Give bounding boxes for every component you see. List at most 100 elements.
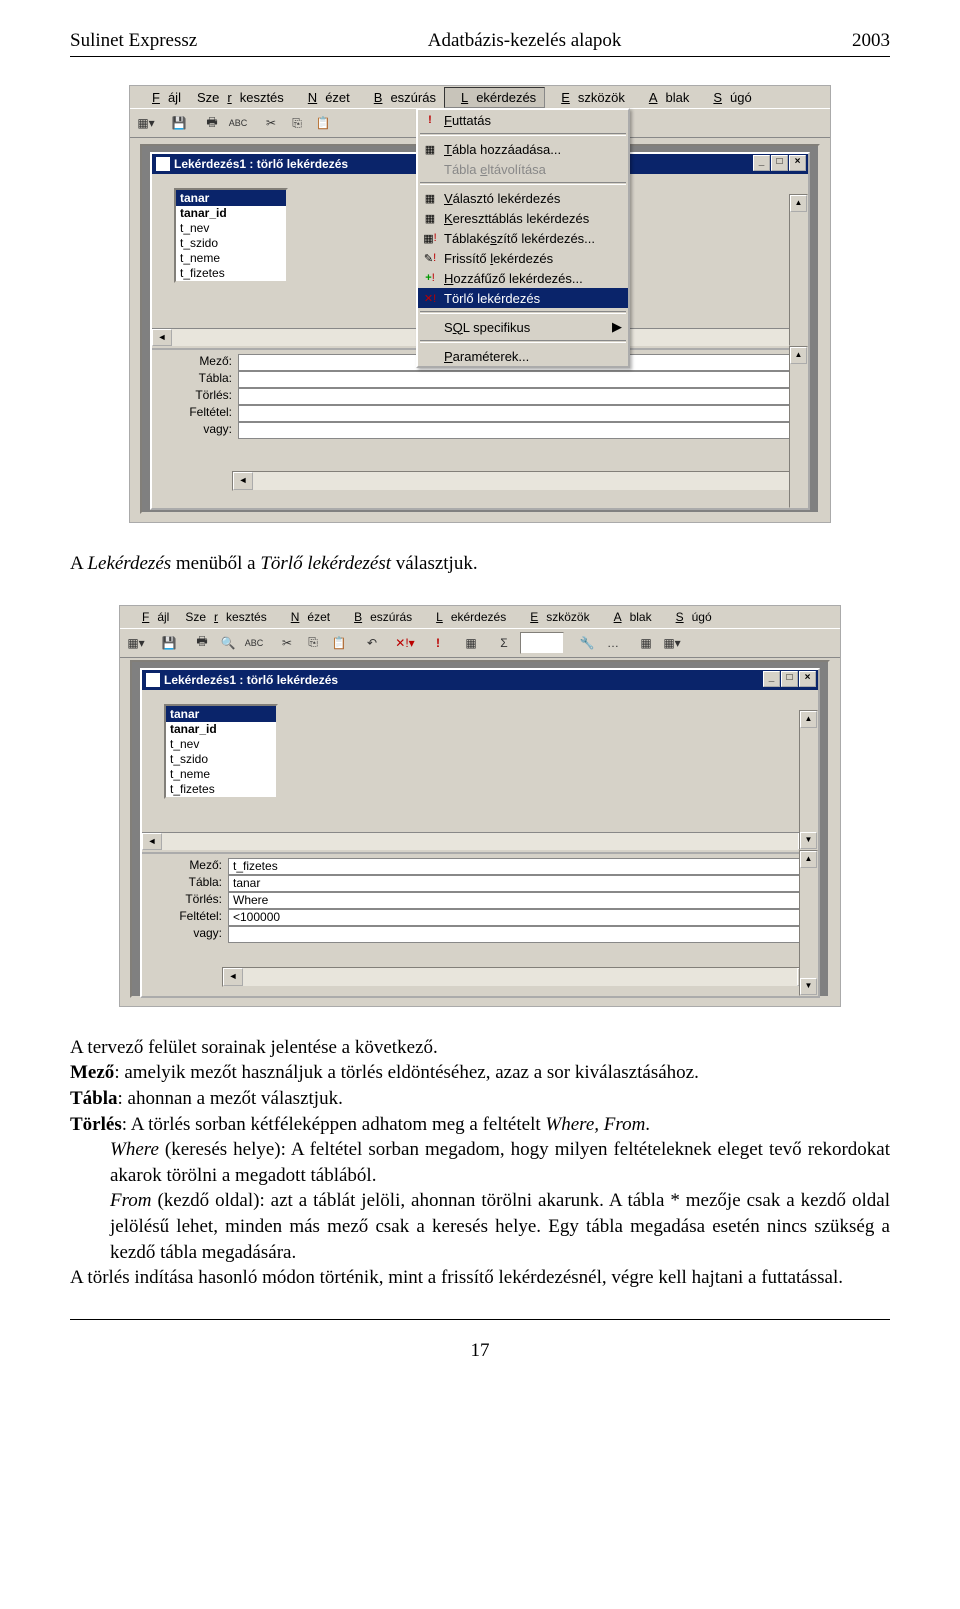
grid-cell[interactable] — [238, 388, 808, 405]
cut-icon[interactable]: ✂ — [275, 631, 299, 655]
menu-view[interactable]: Nézet — [275, 608, 338, 626]
preview-icon[interactable]: 🔍 — [216, 631, 240, 655]
menu-window[interactable]: Ablak — [633, 88, 698, 107]
table-field-pk[interactable]: tanar_id — [166, 722, 276, 737]
grid-cell-criteria[interactable]: <100000 — [228, 909, 818, 926]
minimize-button[interactable]: _ — [763, 671, 780, 687]
view-dropdown-icon[interactable]: ▦▾ — [134, 111, 158, 135]
menu-item-select-query[interactable]: ▦Választó lekérdezés — [418, 188, 628, 208]
menu-file[interactable]: Fájl — [136, 88, 189, 107]
table-field[interactable]: t_neme — [166, 767, 276, 782]
scroll-down-icon[interactable]: ▼ — [800, 832, 817, 849]
window-titlebar-2[interactable]: Lekérdezés1 : törlő lekérdezés _ □ × — [142, 670, 818, 690]
menu-item-add-table[interactable]: ▦Tábla hozzáadása... — [418, 139, 628, 159]
table-field[interactable]: t_neme — [176, 251, 286, 266]
paste-icon[interactable]: 📋 — [327, 631, 351, 655]
menu-item-sql[interactable]: SQL specifikus▶ — [418, 317, 628, 337]
table-field[interactable]: t_fizetes — [176, 266, 286, 281]
menu-help[interactable]: Súgó — [697, 88, 759, 107]
menu-item-crosstab-query[interactable]: ▦Kereszttáblás lekérdezés — [418, 208, 628, 228]
close-button[interactable]: × — [799, 671, 816, 687]
menu-item-delete-query[interactable]: ✕!Törlő lekérdezés — [418, 288, 628, 308]
menu-item-maketable-query[interactable]: ▦!Táblakészítő lekérdezés... — [418, 228, 628, 248]
menu-query[interactable]: Lekérdezés — [444, 87, 545, 108]
table-tanar-2[interactable]: tanar tanar_id t_nev t_szido t_neme t_fi… — [164, 704, 278, 799]
spellcheck-icon[interactable]: ABC — [226, 111, 250, 135]
menu-edit[interactable]: Szerkesztés — [189, 88, 292, 107]
print-icon[interactable]: 🖶 — [190, 631, 214, 655]
menu-tools[interactable]: Eszközök — [545, 88, 633, 107]
menu-view[interactable]: Nézet — [292, 88, 358, 107]
scroll-left-icon[interactable]: ◄ — [223, 968, 243, 986]
view-dropdown-icon[interactable]: ▦▾ — [124, 631, 148, 655]
menu-item-run[interactable]: !Futtatás — [418, 110, 628, 130]
save-icon[interactable]: 💾 — [157, 631, 181, 655]
app-menubar[interactable]: Fájl Szerkesztés Nézet Beszúrás Lekérdez… — [130, 86, 830, 108]
menu-insert[interactable]: Beszúrás — [358, 88, 444, 107]
table-field[interactable]: t_szido — [176, 236, 286, 251]
upper-vscrollbar[interactable]: ▲ — [789, 194, 808, 346]
table-field[interactable]: t_nev — [166, 737, 276, 752]
table-field-pk[interactable]: tanar_id — [176, 206, 286, 221]
table-header[interactable]: tanar — [176, 190, 286, 206]
totals-icon[interactable]: Σ — [492, 631, 516, 655]
menu-item-append-query[interactable]: +!Hozzáfűző lekérdezés... — [418, 268, 628, 288]
grid-cell-delete[interactable]: Where — [228, 892, 818, 909]
grid-cell[interactable] — [238, 422, 808, 439]
query-menu-dropdown[interactable]: !Futtatás ▦Tábla hozzáadása... Tábla elt… — [416, 108, 630, 368]
properties-icon[interactable]: 🔧 — [575, 631, 599, 655]
print-icon[interactable]: 🖶 — [200, 111, 224, 135]
maximize-button[interactable]: □ — [771, 155, 788, 171]
menu-file[interactable]: Fájl — [126, 608, 177, 626]
menu-query[interactable]: Lekérdezés — [420, 608, 514, 626]
grid-cell-or[interactable] — [228, 926, 818, 943]
scroll-left-icon[interactable]: ◄ — [152, 329, 172, 346]
upper-vscrollbar-2[interactable]: ▲ ▼ — [799, 710, 818, 850]
dbwindow-icon[interactable]: ▦ — [634, 631, 658, 655]
grid-cell-field[interactable]: t_fizetes — [228, 858, 818, 875]
scroll-left-icon[interactable]: ◄ — [233, 472, 253, 490]
scroll-down-icon[interactable]: ▼ — [800, 978, 817, 995]
scroll-up-icon[interactable]: ▲ — [800, 851, 817, 868]
table-header[interactable]: tanar — [166, 706, 276, 722]
grid-cell-table[interactable]: tanar — [228, 875, 818, 892]
paste-icon[interactable]: 📋 — [311, 111, 335, 135]
spellcheck-icon[interactable]: ABC — [242, 631, 266, 655]
copy-icon[interactable]: ⎘ — [285, 111, 309, 135]
scroll-up-icon[interactable]: ▲ — [790, 347, 807, 364]
menu-item-parameters[interactable]: Paraméterek... — [418, 346, 628, 366]
menu-window[interactable]: Ablak — [598, 608, 660, 626]
grid-vscrollbar-2[interactable]: ▲ ▼ — [799, 850, 818, 996]
menu-insert[interactable]: Beszúrás — [338, 608, 420, 626]
app-menubar-2[interactable]: Fájl Szerkesztés Nézet Beszúrás Lekérdez… — [120, 606, 840, 628]
menu-tools[interactable]: Eszközök — [514, 608, 597, 626]
menu-item-update-query[interactable]: ✎!Frissítő lekérdezés — [418, 248, 628, 268]
close-button[interactable]: × — [789, 155, 806, 171]
grid-hscrollbar-2[interactable]: ◄ ► — [222, 967, 818, 987]
copy-icon[interactable]: ⎘ — [301, 631, 325, 655]
scroll-up-icon[interactable]: ▲ — [800, 711, 817, 728]
grid-cell[interactable] — [238, 371, 808, 388]
maximize-button[interactable]: □ — [781, 671, 798, 687]
table-field[interactable]: t_szido — [166, 752, 276, 767]
build-icon[interactable]: … — [601, 631, 625, 655]
table-field[interactable]: t_fizetes — [166, 782, 276, 797]
grid-cell[interactable] — [238, 405, 808, 422]
newobj-icon[interactable]: ▦▾ — [660, 631, 684, 655]
undo-icon[interactable]: ↶ — [360, 631, 384, 655]
minimize-button[interactable]: _ — [753, 155, 770, 171]
menu-edit[interactable]: Szerkesztés — [177, 608, 274, 626]
scroll-left-icon[interactable]: ◄ — [142, 833, 162, 850]
scroll-up-icon[interactable]: ▲ — [790, 195, 807, 212]
table-field[interactable]: t_nev — [176, 221, 286, 236]
save-icon[interactable]: 💾 — [167, 111, 191, 135]
menu-help[interactable]: Súgó — [660, 608, 720, 626]
upper-hscrollbar-2[interactable]: ◄ ► — [142, 832, 818, 850]
cut-icon[interactable]: ✂ — [259, 111, 283, 135]
showtable-icon[interactable]: ▦ — [459, 631, 483, 655]
querytype-icon[interactable]: ✕!▾ — [393, 631, 417, 655]
grid-hscrollbar[interactable]: ◄ — [232, 471, 808, 491]
grid-vscrollbar[interactable]: ▲ — [789, 346, 808, 508]
run-icon[interactable]: ! — [426, 631, 450, 655]
table-tanar[interactable]: tanar tanar_id t_nev t_szido t_neme t_fi… — [174, 188, 288, 283]
